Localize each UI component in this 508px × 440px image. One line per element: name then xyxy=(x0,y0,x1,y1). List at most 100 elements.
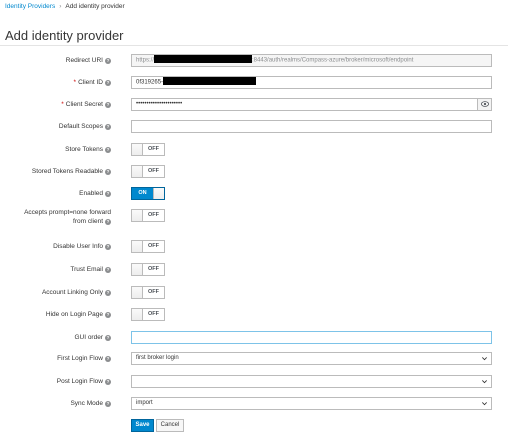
question-circle-icon[interactable]: ? xyxy=(105,124,111,130)
trust-email-row: Trust Email? OFF xyxy=(0,263,508,283)
enabled-row: Enabled? ON xyxy=(0,187,508,207)
store-tokens-toggle[interactable]: OFF xyxy=(131,143,165,156)
toggle-knob xyxy=(132,287,143,298)
disable-user-info-toggle[interactable]: OFF xyxy=(131,240,165,253)
toggle-state: OFF xyxy=(148,266,159,272)
gui-order-row: GUI order? xyxy=(0,331,508,351)
toggle-knob xyxy=(132,241,143,252)
question-circle-icon[interactable]: ? xyxy=(105,335,111,341)
default-scopes-label-text: Default Scopes xyxy=(58,123,103,130)
accepts-prompt-label-line1: Accepts prompt=none forward xyxy=(24,209,111,216)
disable-user-info-row: Disable User Info? OFF xyxy=(0,240,508,260)
question-circle-icon[interactable]: ? xyxy=(105,312,111,318)
hide-on-login-page-label: Hide on Login Page? xyxy=(46,311,111,320)
question-circle-icon[interactable]: ? xyxy=(105,401,111,407)
hide-on-login-page-toggle[interactable]: OFF xyxy=(131,308,165,321)
disable-user-info-label-text: Disable User Info xyxy=(53,243,103,250)
question-circle-icon[interactable]: ? xyxy=(105,191,111,197)
page-title: Add identity provider xyxy=(5,28,124,43)
cancel-button[interactable]: Cancel xyxy=(156,419,184,432)
client-secret-row: * Client Secret? •••••••••••••••••••••• xyxy=(0,98,508,118)
question-circle-icon[interactable]: ? xyxy=(105,147,111,153)
redacted-block xyxy=(154,55,253,63)
question-circle-icon[interactable]: ? xyxy=(105,80,111,86)
stored-tokens-readable-label: Stored Tokens Readable? xyxy=(32,168,111,177)
client-secret-label-text: Client Secret xyxy=(65,101,103,108)
trust-email-label: Trust Email? xyxy=(70,266,111,275)
enabled-label: Enabled? xyxy=(79,190,111,199)
sync-mode-row: Sync Mode? import xyxy=(0,397,508,417)
question-circle-icon[interactable]: ? xyxy=(105,267,111,273)
question-circle-icon[interactable]: ? xyxy=(105,244,111,250)
toggle-state: OFF xyxy=(148,168,159,174)
breadcrumb-identity-providers-link[interactable]: Identity Providers xyxy=(5,3,55,10)
first-login-flow-row: First Login Flow? first broker login xyxy=(0,352,508,372)
client-id-field[interactable]: 0f319265- xyxy=(131,76,492,89)
client-id-label-text: Client ID xyxy=(78,79,103,86)
first-login-flow-select[interactable]: first broker login xyxy=(131,352,492,365)
account-linking-only-label-text: Account Linking Only xyxy=(41,289,103,296)
store-tokens-label-text: Store Tokens xyxy=(65,146,103,153)
toggle-knob xyxy=(132,144,143,155)
post-login-flow-label-text: Post Login Flow xyxy=(56,378,103,385)
toggle-state: OFF xyxy=(148,146,159,152)
breadcrumb: Identity Providers › Add identity provider xyxy=(5,3,125,10)
required-mark: * xyxy=(73,79,77,86)
default-scopes-row: Default Scopes? xyxy=(0,120,508,140)
trust-email-label-text: Trust Email xyxy=(70,266,103,273)
toggle-knob xyxy=(132,309,143,320)
account-linking-only-toggle[interactable]: OFF xyxy=(131,286,165,299)
post-login-flow-select[interactable] xyxy=(131,375,492,388)
client-secret-field[interactable]: •••••••••••••••••••••• xyxy=(131,98,492,111)
question-circle-icon[interactable]: ? xyxy=(105,218,111,225)
question-circle-icon[interactable]: ? xyxy=(105,290,111,296)
toggle-knob xyxy=(132,210,143,221)
post-login-flow-label: Post Login Flow? xyxy=(57,378,111,387)
account-linking-only-label: Account Linking Only? xyxy=(42,289,111,298)
accepts-prompt-row: Accepts prompt=none forward from client? … xyxy=(0,209,508,233)
redirect-uri-field[interactable]: https://:8443/auth/realms/Compass-azure/… xyxy=(131,54,492,67)
first-login-flow-label-text: First Login Flow xyxy=(57,355,103,362)
stored-tokens-readable-row: Stored Tokens Readable? OFF xyxy=(0,165,508,185)
question-circle-icon[interactable]: ? xyxy=(105,58,111,64)
breadcrumb-separator: › xyxy=(59,3,62,10)
toggle-state: OFF xyxy=(148,289,159,295)
chevron-down-icon xyxy=(482,380,487,384)
toggle-state: OFF xyxy=(148,311,159,317)
store-tokens-label: Store Tokens? xyxy=(65,146,111,155)
title-divider xyxy=(0,45,508,46)
redirect-uri-row: Redirect URI? https://:8443/auth/realms/… xyxy=(0,54,508,74)
redacted-block xyxy=(163,77,257,85)
stored-tokens-readable-toggle[interactable]: OFF xyxy=(131,165,165,178)
default-scopes-field[interactable] xyxy=(131,120,492,133)
accepts-prompt-label: Accepts prompt=none forward from client? xyxy=(24,209,111,227)
default-scopes-label: Default Scopes? xyxy=(59,123,111,132)
redirect-uri-label-text: Redirect URI xyxy=(65,57,103,64)
show-secret-button[interactable] xyxy=(477,99,491,110)
question-circle-icon[interactable]: ? xyxy=(105,379,111,385)
save-button[interactable]: Save xyxy=(131,419,154,432)
question-circle-icon[interactable]: ? xyxy=(105,102,111,108)
disable-user-info-label: Disable User Info? xyxy=(53,243,111,252)
question-circle-icon[interactable]: ? xyxy=(105,356,111,362)
redirect-uri-label: Redirect URI? xyxy=(66,57,111,66)
store-tokens-row: Store Tokens? OFF xyxy=(0,143,508,163)
question-circle-icon[interactable]: ? xyxy=(105,169,111,175)
accepts-prompt-toggle[interactable]: OFF xyxy=(131,209,165,222)
toggle-state: ON xyxy=(132,188,153,199)
toggle-knob xyxy=(132,264,143,275)
toggle-knob xyxy=(132,166,143,177)
toggle-state: OFF xyxy=(148,212,159,218)
first-login-flow-label: First Login Flow? xyxy=(57,355,111,364)
trust-email-toggle[interactable]: OFF xyxy=(131,263,165,276)
gui-order-label: GUI order? xyxy=(74,334,111,343)
sync-mode-select[interactable]: import xyxy=(131,397,492,410)
gui-order-field[interactable] xyxy=(131,331,492,344)
hide-on-login-page-row: Hide on Login Page? OFF xyxy=(0,308,508,328)
client-id-label: * Client ID? xyxy=(74,79,111,88)
chevron-down-icon xyxy=(482,357,487,361)
gui-order-label-text: GUI order xyxy=(74,334,103,341)
client-secret-value: •••••••••••••••••••••• xyxy=(136,101,183,107)
client-id-prefix: 0f319265- xyxy=(136,79,164,86)
enabled-toggle[interactable]: ON xyxy=(131,187,165,200)
